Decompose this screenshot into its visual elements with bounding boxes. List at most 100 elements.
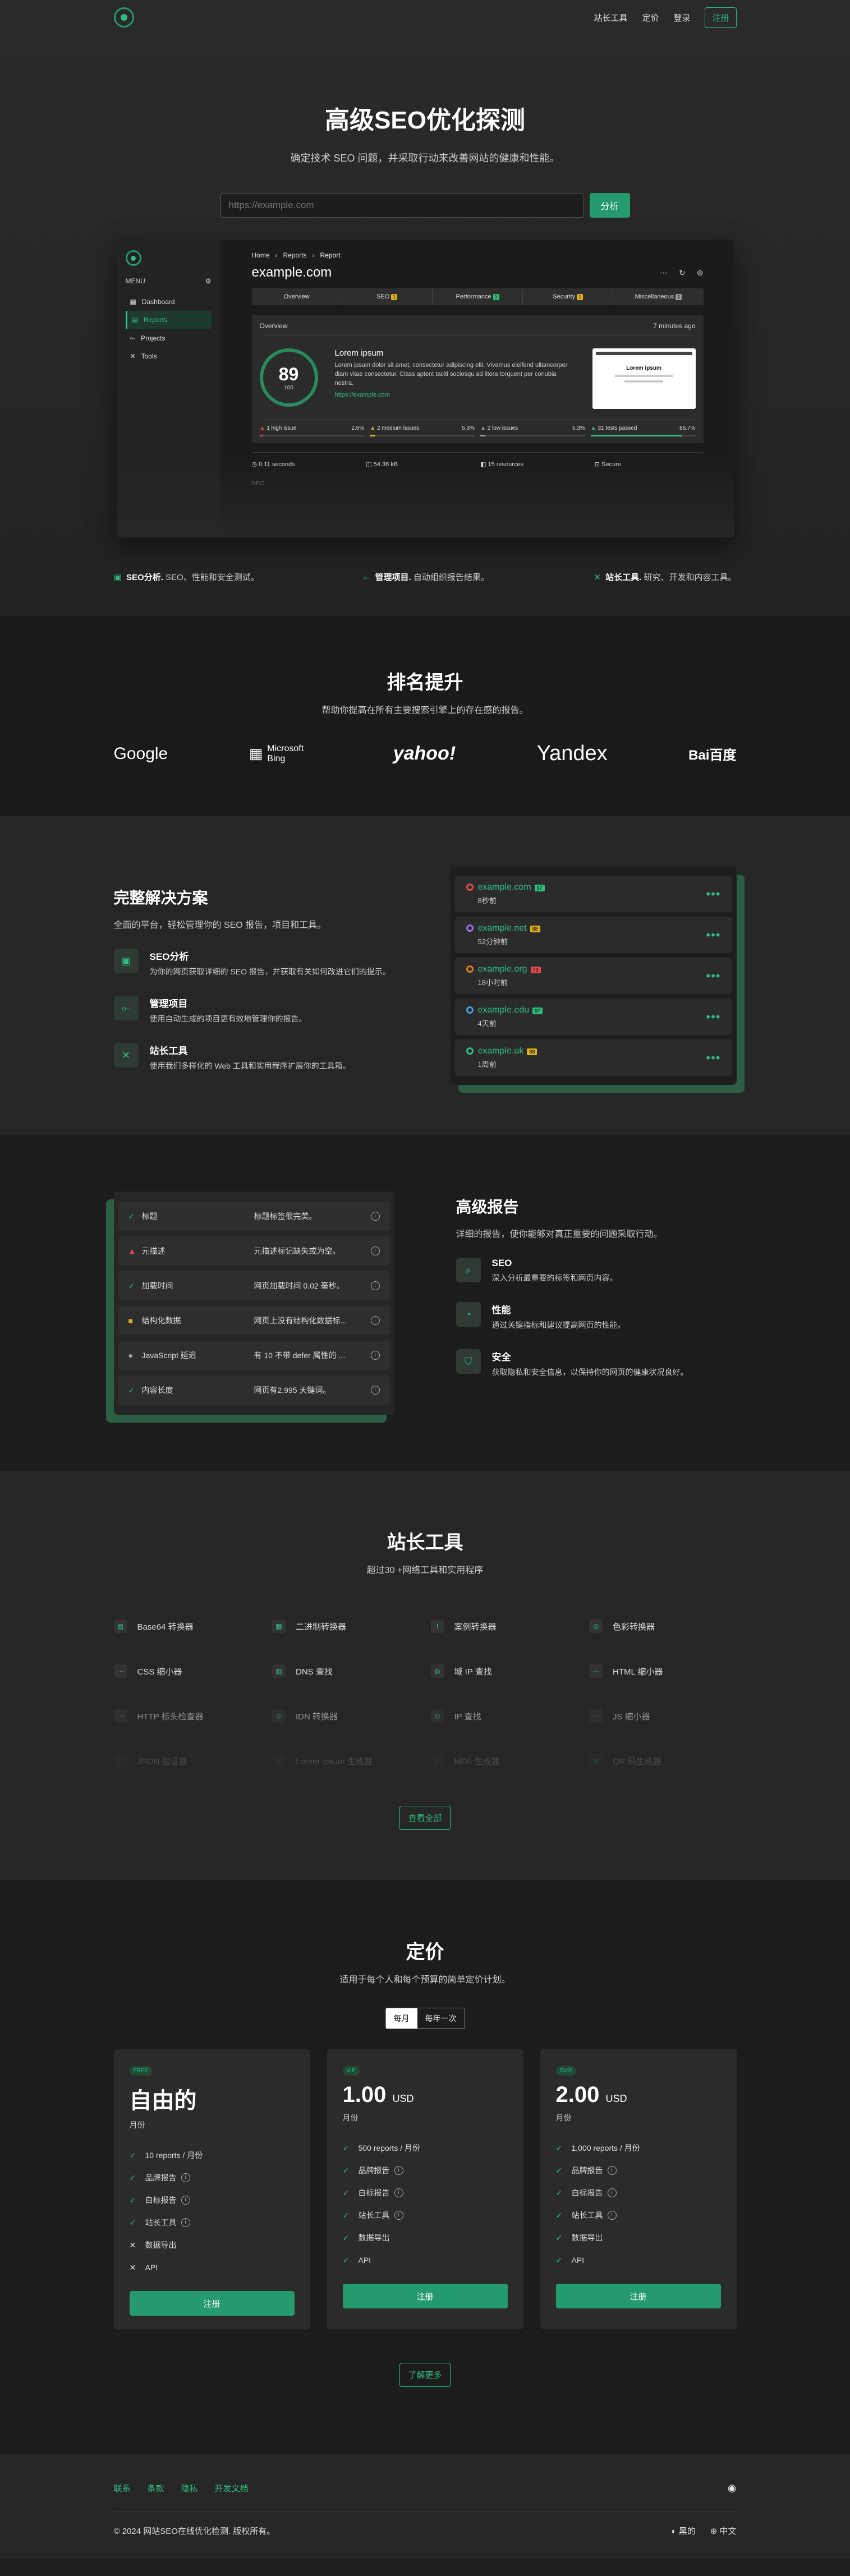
footer: 联系 条款 隐私 开发文档 ◉ © 2024 网站SEO在线优化检测. 版权所有… (0, 2454, 850, 2559)
nav-tools[interactable]: 站长工具 (594, 12, 627, 24)
footer-link-terms[interactable]: 条款 (148, 2482, 164, 2494)
billing-toggle: 每月 每年一次 (385, 2008, 465, 2029)
tool-item[interactable]: ▦ 二进制转换器 (272, 1604, 420, 1649)
tool-icon: ⋯ (113, 1709, 127, 1723)
pricing-card: VIP 1.00 USD 月份 ✓ 500 reports / 月份 ✓ 品牌报告 i ✓ 白标报… (327, 2049, 523, 2329)
plan-register-button[interactable]: 注册 (129, 2291, 295, 2316)
plan-feature: ✕ 数据导出 (129, 2240, 177, 2250)
ranking-subtitle: 帮助你提高在所有主要搜索引擎上的存在感的报告。 (321, 706, 529, 715)
social-icon[interactable]: ◉ (728, 2482, 737, 2494)
main-nav: 站长工具 定价 登录 注册 (594, 7, 737, 28)
tool-icon: ◎ (272, 1709, 286, 1723)
check-icon: ✓ (555, 2143, 563, 2152)
tool-icon: ⋯ (589, 1664, 603, 1678)
score-badge: 73 (530, 967, 541, 973)
nav-pricing[interactable]: 定价 (642, 12, 659, 24)
tool-item[interactable]: ≡ Lorem Ipsum 生成器 (272, 1738, 420, 1783)
footer-link-docs[interactable]: 开发文档 (215, 2482, 249, 2494)
url-input[interactable] (220, 193, 584, 218)
analyze-button[interactable]: 分析 (589, 193, 630, 218)
tool-item[interactable]: ▥ DNS 查找 (272, 1649, 420, 1694)
tool-item[interactable]: ▦ QR 码生成器 (589, 1738, 737, 1783)
tool-icon: ▥ (272, 1664, 286, 1678)
plan-price: 2.00 USD (555, 2082, 627, 2107)
more-options-icon[interactable]: ••• (706, 928, 720, 942)
info-icon: i (394, 2188, 403, 2197)
site-row[interactable]: example.com 97 8秒前 ••• (454, 876, 732, 912)
site-row[interactable]: example.edu 97 4天前 ••• (454, 999, 732, 1035)
learn-more-button[interactable]: 了解更多 (399, 2363, 451, 2387)
reports-section: ✓ 标题 标题标签很完美。 i ▲ 元描述 元描述标记缺失或为空。 i ✓ 加载时间 网页加载时间 … (0, 1135, 850, 1471)
more-options-icon[interactable]: ••• (706, 1010, 720, 1024)
check-icon: ✓ (129, 2150, 136, 2160)
status-icon: ▲ (128, 1246, 136, 1255)
nav-login[interactable]: 登录 (673, 12, 690, 24)
tab-misc: Miscellaneous 1 (613, 288, 703, 305)
menu-label: MENU (125, 277, 145, 285)
tool-icon: ≡ (272, 1754, 286, 1768)
theme-toggle[interactable]: ◐ 黑的 (671, 2525, 695, 2537)
toggle-yearly[interactable]: 每年一次 (417, 2008, 465, 2028)
check-icon: ✓ (342, 2210, 350, 2220)
feature-tools: ✕ 站长工具. 研究、开发和内容工具。 (594, 573, 737, 582)
pricing-card: FREE 自由的 月份 ✓ 10 reports / 月份 ✓ 品牌报告 i ✓ 白标报告 i ✓ 站长… (113, 2049, 310, 2329)
more-options-icon[interactable]: ••• (706, 1051, 720, 1065)
site-row[interactable]: example.net 88 52分钟前 ••• (454, 917, 732, 953)
info-icon[interactable]: i (370, 1386, 380, 1395)
info-icon[interactable]: i (370, 1246, 380, 1255)
tools-section: 站长工具 超过30 +网络工具和实用程序 ▤ Base64 转换器 ▦ 二进制转换器 I… (0, 1471, 850, 1880)
more-options-icon[interactable]: ••• (706, 887, 720, 901)
toggle-monthly[interactable]: 每月 (385, 2008, 417, 2028)
site-row[interactable]: example.uk 88 1周前 ••• (454, 1039, 732, 1076)
logo[interactable] (113, 7, 134, 27)
check-icon: ✓ (129, 2218, 136, 2227)
plan-register-button[interactable]: 注册 (342, 2284, 508, 2308)
tool-item[interactable]: ▤ Base64 转换器 (113, 1604, 261, 1649)
check-icon: ✓ (342, 2143, 350, 2152)
tool-icon: ▦ (589, 1754, 603, 1768)
check-icon: ✓ (342, 2165, 350, 2175)
tool-item[interactable]: ✓ JSON 验证器 (113, 1738, 261, 1783)
tool-item[interactable]: I 案例转换器 (430, 1604, 578, 1649)
more-options-icon[interactable]: ••• (706, 969, 720, 983)
register-button[interactable]: 注册 (705, 7, 737, 28)
status-icon: ✓ (128, 1385, 135, 1395)
metrics-row: ◷ 0.11 seconds ◫ 54.36 kB ◧ 15 resources… (251, 452, 704, 468)
tool-icon: ◎ (589, 1620, 603, 1633)
tool-item[interactable]: ◍ IP 查找 (430, 1694, 578, 1738)
solution-title: 完整解决方案 (113, 889, 208, 907)
footer-link-contact[interactable]: 联系 (114, 2482, 131, 2494)
tool-icon: ▤ (113, 1620, 127, 1633)
tool-item[interactable]: # MD5 生成器 (430, 1738, 578, 1783)
tool-icon: # (430, 1754, 444, 1768)
refresh-icon: ↻ (679, 268, 686, 277)
tool-item[interactable]: ⋯ HTML 缩小器 (589, 1649, 737, 1694)
info-icon[interactable]: i (370, 1281, 380, 1290)
solution-item-seo: ▣ SEO分析 为你的网页获取详细的 SEO 报告，并获取有关如何改进它们的提示。 (113, 949, 406, 978)
feature-strip: ▣ SEO分析. SEO、性能和安全测试。 ⟜ 管理项目. 自动组织报告结果。 … (114, 571, 737, 583)
footer-link-privacy[interactable]: 隐私 (181, 2482, 198, 2494)
check-icon: ✓ (342, 2188, 350, 2197)
plan-feature: ✓ 白标报告 i (556, 2182, 721, 2204)
tool-item[interactable]: ◍ 域 IP 查找 (430, 1649, 578, 1694)
plan-feature: ✓ 站长工具 i (343, 2204, 508, 2227)
tool-item[interactable]: ⋯ CSS 缩小器 (113, 1649, 261, 1694)
info-icon[interactable]: i (370, 1316, 380, 1325)
site-status-icon (466, 1047, 474, 1055)
tool-item[interactable]: ◎ IDN 转换器 (272, 1694, 420, 1738)
check-icon: ✓ (555, 2210, 563, 2220)
info-icon[interactable]: i (370, 1351, 380, 1360)
check-icon: ✓ (555, 2165, 563, 2175)
issue-icon: ▲ (370, 425, 377, 431)
tool-item[interactable]: ⋯ JS 缩小器 (589, 1694, 737, 1738)
plan-register-button[interactable]: 注册 (555, 2284, 721, 2308)
tool-icon: ✓ (113, 1754, 127, 1768)
more-icon: ⋯ (660, 268, 668, 277)
language-selector[interactable]: ⊕ 中文 (710, 2525, 737, 2537)
tool-item[interactable]: ◎ 色彩转换器 (589, 1604, 737, 1649)
site-row[interactable]: example.org 73 18小时前 ••• (454, 958, 732, 994)
view-all-button[interactable]: 查看全部 (399, 1806, 451, 1830)
report-item-performance: ◔ 性能 通过关键指标和建议提高网页的性能。 (456, 1302, 737, 1331)
info-icon[interactable]: i (370, 1212, 380, 1221)
tool-item[interactable]: ⋯ HTTP 标头检查器 (113, 1694, 261, 1738)
